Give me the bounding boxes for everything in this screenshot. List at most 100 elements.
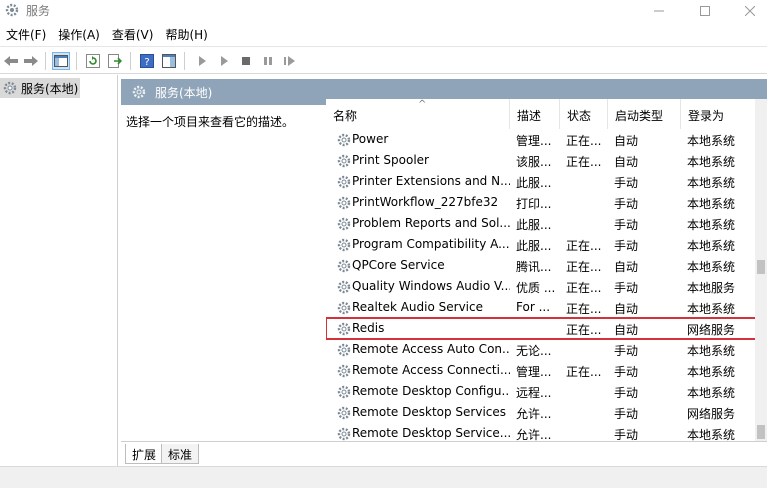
service-name: Problem Reports and Sol...	[352, 216, 510, 230]
service-logon-as: 网络服务	[687, 407, 736, 421]
service-name: Remote Desktop Services	[352, 405, 507, 419]
service-logon-as: 本地系统	[687, 260, 736, 274]
table-row[interactable]: Remote Access Connecti... 管理... 正在... 手动 本地系…	[326, 360, 756, 381]
service-name: Redis	[352, 321, 385, 335]
service-logon-as: 本地系统	[687, 155, 736, 169]
service-status: 正在...	[566, 155, 602, 169]
column-header-description-label: 描述	[517, 109, 542, 123]
table-row[interactable]: Quality Windows Audio V... 优质 ... 正在... 手动 本…	[326, 276, 756, 297]
scrollbar-thumb-lower[interactable]	[757, 425, 765, 439]
gear-icon	[336, 153, 352, 169]
column-header-startup-label: 启动类型	[615, 109, 664, 123]
export-list-icon[interactable]	[106, 52, 124, 70]
service-name: PrintWorkflow_227bfe32	[352, 195, 499, 209]
tab-standard[interactable]: 标准	[161, 444, 200, 464]
service-logon-as: 本地系统	[687, 302, 736, 316]
service-description: 无论...	[516, 344, 552, 358]
menu-action[interactable]: 操作(A)	[52, 24, 106, 46]
description-text: 选择一个项目来查看它的描述。	[126, 115, 295, 129]
menu-view[interactable]: 查看(V)	[106, 24, 160, 46]
close-button[interactable]	[727, 0, 767, 22]
service-status: 正在...	[566, 365, 602, 379]
gear-icon	[336, 216, 352, 232]
column-header-status-label: 状态	[567, 109, 592, 123]
gear-icon	[131, 84, 147, 100]
service-description: 此服...	[516, 239, 552, 253]
minimize-button[interactable]	[636, 0, 682, 22]
pause-service-icon[interactable]	[259, 52, 277, 70]
service-logon-as: 本地系统	[687, 134, 736, 148]
properties-pane-icon[interactable]	[160, 52, 178, 70]
tree-item-services-local[interactable]: 服务(本地)	[0, 78, 80, 98]
service-logon-as: 本地系统	[687, 344, 736, 358]
gear-icon	[336, 174, 352, 190]
refresh-icon[interactable]	[84, 52, 102, 70]
table-row[interactable]: Printer Extensions and N... 此服... 手动 本地系统	[326, 171, 756, 192]
maximize-button[interactable]	[682, 0, 728, 22]
service-name: Remote Desktop Service...	[352, 426, 510, 440]
table-row[interactable]: QPCore Service 腾讯... 正在... 自动 本地系统	[326, 255, 756, 276]
start-service-alt-icon[interactable]	[215, 52, 233, 70]
start-service-icon[interactable]	[193, 52, 211, 70]
gear-icon	[336, 405, 352, 421]
column-header-logon[interactable]: 登录为	[681, 99, 756, 129]
show-tree-icon[interactable]	[52, 52, 70, 70]
service-logon-as: 本地系统	[687, 218, 736, 232]
service-logon-as: 本地系统	[687, 386, 736, 400]
services-list: 名称 ^ 描述 状态 启动类型 登录为 Power 管理... 正在... 自动 本地系…	[326, 99, 767, 441]
gear-icon	[336, 195, 352, 211]
table-row[interactable]: Redis 正在... 自动 网络服务	[326, 317, 757, 340]
table-row[interactable]: Remote Desktop Configu... 远程... 手动 本地系统	[326, 381, 756, 402]
table-row[interactable]: Remote Access Auto Con... 无论... 手动 本地系统	[326, 339, 756, 360]
service-description: 该服...	[516, 155, 552, 169]
service-description: 优质 ...	[516, 281, 556, 295]
scrollbar-thumb[interactable]	[757, 260, 765, 274]
service-name: Remote Access Connecti...	[352, 363, 510, 377]
service-startup-type: 手动	[614, 428, 639, 441]
forward-arrow-icon[interactable]	[22, 52, 40, 70]
service-startup-type: 手动	[614, 386, 639, 400]
service-name: Print Spooler	[352, 153, 429, 167]
column-header-logon-label: 登录为	[688, 109, 725, 123]
service-status: 正在...	[566, 260, 602, 274]
service-logon-as: 本地系统	[687, 197, 736, 211]
service-description: 打印...	[516, 197, 552, 211]
service-startup-type: 手动	[614, 365, 639, 379]
service-startup-type: 手动	[614, 344, 639, 358]
service-startup-type: 手动	[614, 197, 639, 211]
window-title: 服务	[26, 4, 51, 18]
column-header-startup[interactable]: 启动类型	[608, 99, 681, 129]
service-name: Remote Access Auto Con...	[352, 342, 510, 356]
table-row[interactable]: Realtek Audio Service For ... 正在... 自动 本地系统	[326, 297, 756, 318]
service-logon-as: 本地系统	[687, 365, 736, 379]
table-row[interactable]: Remote Desktop Service... 允许... 手动 本地系统	[326, 423, 756, 441]
service-description: 允许...	[516, 407, 552, 421]
table-row[interactable]: PrintWorkflow_227bfe32 打印... 手动 本地系统	[326, 192, 756, 213]
table-row[interactable]: Program Compatibility A... 此服... 正在... 手动 本地…	[326, 234, 756, 255]
column-header-name[interactable]: 名称 ^	[326, 99, 510, 129]
column-header-status[interactable]: 状态	[560, 99, 608, 129]
status-bar	[0, 466, 767, 488]
service-status: 正在...	[566, 302, 602, 316]
table-row[interactable]: Print Spooler 该服... 正在... 自动 本地系统	[326, 150, 756, 171]
stop-service-icon[interactable]	[237, 52, 255, 70]
title-bar: 服务	[0, 0, 767, 22]
gear-icon	[336, 279, 352, 295]
gear-icon	[336, 237, 352, 253]
table-row[interactable]: Power 管理... 正在... 自动 本地系统	[326, 129, 756, 150]
table-row[interactable]: Remote Desktop Services 允许... 手动 网络服务	[326, 402, 756, 423]
back-arrow-icon[interactable]	[2, 52, 20, 70]
service-name: Realtek Audio Service	[352, 300, 483, 314]
tab-extended[interactable]: 扩展	[125, 444, 164, 464]
table-row[interactable]: Problem Reports and Sol... 此服... 手动 本地系统	[326, 213, 756, 234]
menu-help[interactable]: 帮助(H)	[159, 24, 213, 46]
services-pane: 服务(本地) 选择一个项目来查看它的描述。 名称 ^ 描述 状态 启动类型 登录…	[121, 79, 767, 466]
column-header-description[interactable]: 描述	[510, 99, 560, 129]
service-startup-type: 自动	[614, 134, 639, 148]
help-icon[interactable]: ?	[138, 52, 156, 70]
menu-file[interactable]: 文件(F)	[0, 24, 52, 46]
vertical-scrollbar[interactable]	[755, 99, 767, 441]
service-startup-type: 自动	[614, 155, 639, 169]
restart-service-icon[interactable]	[281, 52, 299, 70]
service-status: 正在...	[566, 323, 602, 337]
